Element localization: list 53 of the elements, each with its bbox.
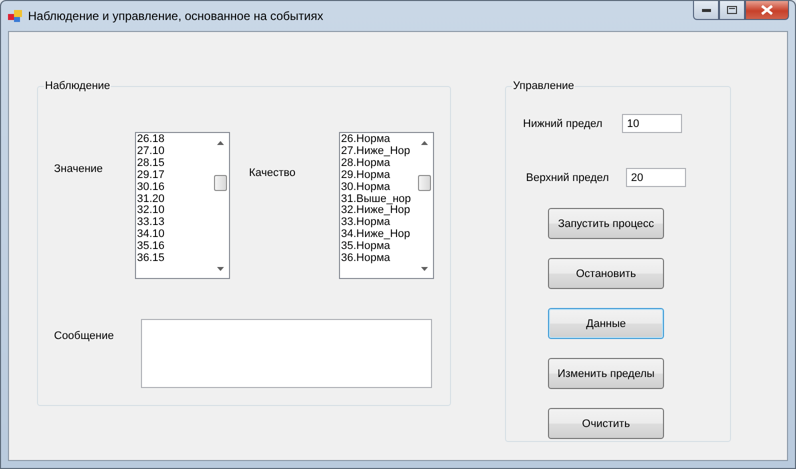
group-title: Наблюдение <box>44 80 112 92</box>
list-item[interactable]: 35.Норма <box>341 241 416 254</box>
minimize-icon <box>702 8 710 12</box>
lower-limit-field[interactable]: 10 <box>622 114 682 133</box>
close-button[interactable] <box>745 1 789 20</box>
message-label: Сообщение <box>54 330 115 342</box>
list-item[interactable]: 33.Норма <box>341 217 416 230</box>
list-item[interactable]: 28.Норма <box>341 158 416 170</box>
app-icon <box>8 10 22 22</box>
lower-limit-label: Нижний предел <box>523 118 604 130</box>
list-item[interactable]: 31.20 <box>137 194 212 206</box>
value-listbox[interactable]: 26.18 27.10 28.15 29.17 30.16 31.20 32.10 33.13 34.10 35.16 36.15 <box>135 132 230 279</box>
upper-limit-label: Верхний предел <box>526 172 610 184</box>
list-item[interactable]: 27.Ниже_Нор <box>341 146 416 158</box>
list-item[interactable]: 26.18 <box>137 134 212 146</box>
maximize-icon <box>727 6 737 14</box>
scrollbar-thumb[interactable] <box>418 175 431 191</box>
scroll-down-icon[interactable] <box>421 267 428 271</box>
scroll-down-icon[interactable] <box>217 267 224 271</box>
list-item[interactable]: 32.Ниже_Нор <box>341 205 416 218</box>
upper-limit-field[interactable]: 20 <box>626 168 686 187</box>
list-item[interactable]: 29.Норма <box>341 170 416 182</box>
window-title: Наблюдение и управление, основанное на событиях <box>28 9 324 23</box>
action-button[interactable]: Запустить процесс <box>548 208 664 239</box>
action-button[interactable]: Данные <box>548 308 664 339</box>
list-item[interactable]: 36.Норма <box>341 253 416 265</box>
list-item[interactable]: 34.10 <box>137 229 212 242</box>
action-button[interactable]: Остановить <box>548 258 664 289</box>
quality-listbox[interactable]: 26.Норма 27.Ниже_Нор 28.Норма 29.Норма 30.Норма 31.Выше_нор 32.Ниже_Нор 33.Норма 34.Ниже_Нор 35.Норма 36.Норма <box>339 132 434 279</box>
list-item[interactable]: 27.10 <box>137 146 212 158</box>
list-item[interactable]: 30.16 <box>137 182 212 194</box>
group-title: Управление <box>512 80 576 92</box>
close-icon <box>761 5 773 15</box>
message-field[interactable] <box>141 319 432 388</box>
scroll-up-icon[interactable] <box>421 141 428 145</box>
action-button[interactable]: Изменить пределы <box>548 358 664 389</box>
list-item[interactable]: 35.16 <box>137 241 212 254</box>
action-button[interactable]: Очистить <box>548 408 664 439</box>
list-item[interactable]: 28.15 <box>137 158 212 170</box>
list-item[interactable]: 29.17 <box>137 170 212 182</box>
minimize-button[interactable] <box>693 1 719 20</box>
list-item[interactable]: 34.Ниже_Нор <box>341 229 416 242</box>
list-item[interactable]: 31.Выше_нор <box>341 194 416 206</box>
list-item[interactable]: 36.15 <box>137 253 212 265</box>
value-label: Значение <box>54 163 104 175</box>
scroll-up-icon[interactable] <box>217 141 224 145</box>
scrollbar-thumb[interactable] <box>214 175 227 191</box>
list-item[interactable]: 33.13 <box>137 217 212 230</box>
maximize-button[interactable] <box>719 1 745 20</box>
list-item[interactable]: 32.10 <box>137 205 212 218</box>
quality-label: Качество <box>249 167 297 179</box>
list-item[interactable]: 26.Норма <box>341 134 416 146</box>
list-item[interactable]: 30.Норма <box>341 182 416 194</box>
